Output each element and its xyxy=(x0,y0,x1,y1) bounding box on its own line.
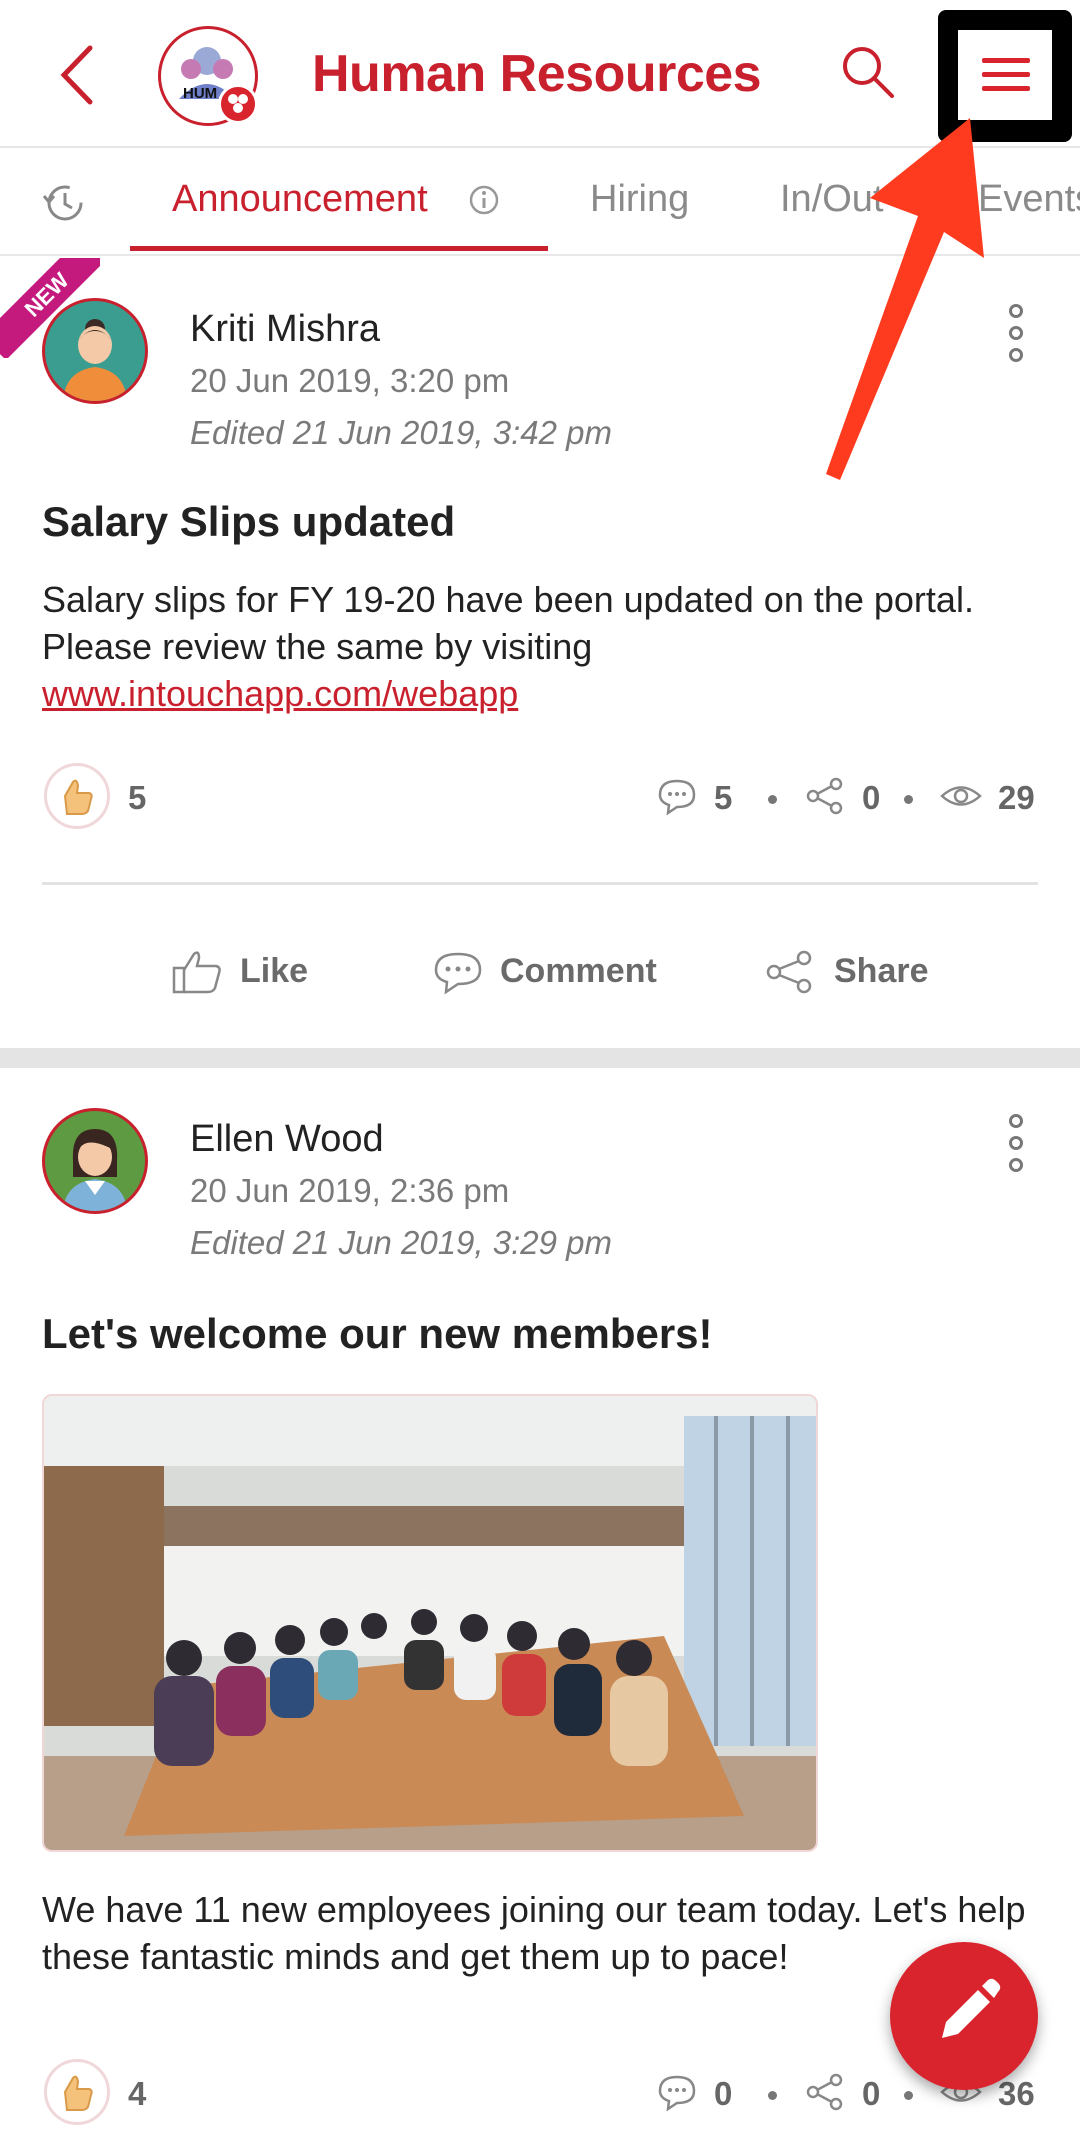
like-reaction-icon[interactable] xyxy=(44,763,110,829)
view-count: 29 xyxy=(998,779,1035,816)
like-count: 5 xyxy=(128,779,147,816)
tab-hiring[interactable]: Hiring xyxy=(590,178,689,221)
active-tab-indicator xyxy=(130,246,548,251)
share-count: 0 xyxy=(862,2075,881,2112)
author-name[interactable]: Ellen Wood xyxy=(190,1118,384,1161)
post-link[interactable]: www.intouchapp.com/webapp xyxy=(42,670,1042,717)
post-body: Salary slips for FY 19-20 have been upda… xyxy=(42,576,1042,717)
like-button[interactable]: Like xyxy=(172,938,342,1008)
comment-count: 0 xyxy=(714,2075,733,2112)
comment-icon xyxy=(658,779,696,816)
share-icon xyxy=(806,777,843,815)
info-icon[interactable] xyxy=(468,184,500,216)
tab-announcement[interactable]: Announcement xyxy=(172,178,428,221)
divider xyxy=(42,882,1038,885)
like-label: Like xyxy=(240,952,309,990)
menu-icon[interactable] xyxy=(958,30,1052,120)
share-icon xyxy=(766,950,812,994)
post-separator xyxy=(0,1048,1080,1068)
comment-icon xyxy=(658,2075,696,2112)
post-body-text: Salary slips for FY 19-20 have been upda… xyxy=(42,579,974,667)
comment-icon xyxy=(434,952,482,995)
edited-date: Edited 21 Jun 2019, 3:29 pm xyxy=(190,1224,612,1261)
author-name[interactable]: Kriti Mishra xyxy=(190,308,380,351)
page-title: Human Resources xyxy=(312,45,762,103)
share-label: Share xyxy=(834,952,929,990)
edited-date: Edited 21 Jun 2019, 3:42 pm xyxy=(190,414,612,451)
search-icon[interactable] xyxy=(838,42,898,102)
more-options-icon[interactable] xyxy=(1004,304,1028,364)
share-icon xyxy=(806,2073,843,2111)
history-icon[interactable] xyxy=(40,180,86,226)
pencil-icon xyxy=(942,1978,1001,2038)
share-count: 0 xyxy=(862,779,881,816)
more-options-icon[interactable] xyxy=(1004,1114,1028,1174)
post-title: Let's welcome our new members! xyxy=(42,1310,713,1357)
post-stats: 5 5 0 29 xyxy=(0,763,1080,833)
post-image[interactable] xyxy=(42,1394,818,1852)
logo-badge-icon xyxy=(218,84,258,124)
comment-button[interactable]: Comment xyxy=(432,938,672,1008)
thumbs-up-icon xyxy=(172,951,221,994)
post-date: 20 Jun 2019, 3:20 pm xyxy=(190,362,510,399)
avatar[interactable] xyxy=(42,1108,148,1214)
share-button[interactable]: Share xyxy=(764,938,944,1008)
logo-text: HUM xyxy=(183,85,218,102)
annotation-arrow-icon xyxy=(826,118,984,480)
like-reaction-icon[interactable] xyxy=(44,2059,110,2125)
like-count: 4 xyxy=(128,2075,147,2112)
back-icon[interactable] xyxy=(50,40,110,110)
post-date: 20 Jun 2019, 2:36 pm xyxy=(190,1172,510,1209)
avatar[interactable] xyxy=(42,298,148,404)
comment-count: 5 xyxy=(714,779,733,816)
post-title: Salary Slips updated xyxy=(42,498,456,545)
tab-events[interactable]: Events xyxy=(978,178,1080,221)
eye-icon xyxy=(940,786,982,806)
compose-button[interactable] xyxy=(890,1942,1038,2090)
comment-label: Comment xyxy=(500,952,657,990)
